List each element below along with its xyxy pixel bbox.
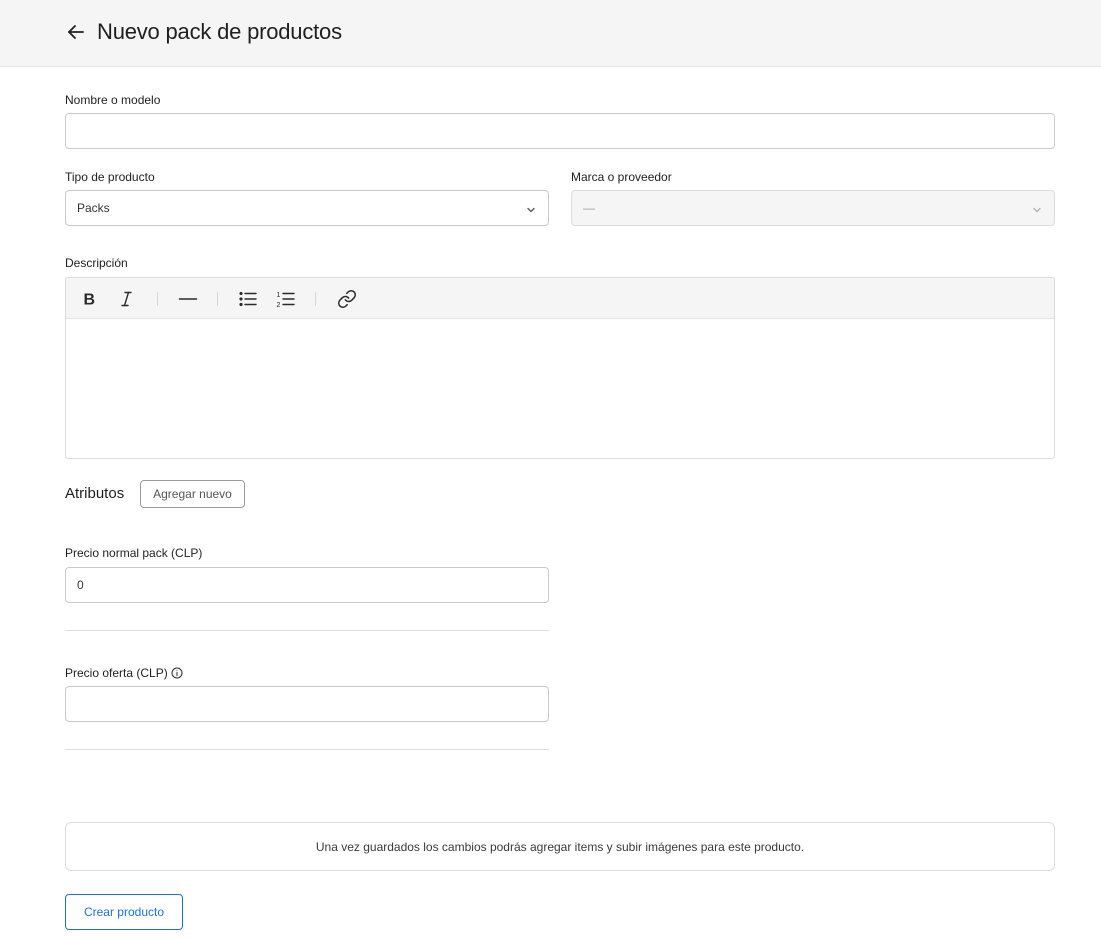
toolbar-separator [157, 292, 158, 306]
ordered-list-icon[interactable]: 12 [276, 289, 296, 309]
toolbar-separator [217, 292, 218, 306]
svg-text:B: B [84, 292, 96, 309]
bold-icon[interactable]: B [80, 289, 100, 309]
toolbar-separator [315, 292, 316, 306]
normal-price-input[interactable] [65, 567, 549, 603]
chevron-down-icon [526, 204, 536, 214]
page-header: Nuevo pack de productos [0, 0, 1101, 67]
arrow-left-icon[interactable] [64, 20, 88, 44]
divider [65, 630, 549, 631]
info-icon[interactable] [171, 666, 183, 679]
brand-value: — [583, 201, 595, 215]
chevron-down-icon [1032, 204, 1042, 214]
attributes-title: Atributos [65, 485, 125, 502]
save-notice: Una vez guardados los cambios podrás agr… [65, 822, 1055, 871]
link-icon[interactable] [337, 289, 357, 309]
divider [65, 749, 549, 750]
offer-price-label: Precio oferta (CLP) [65, 666, 168, 680]
name-label: Nombre o modelo [65, 93, 161, 107]
save-notice-text: Una vez guardados los cambios podrás agr… [315, 839, 805, 854]
add-attribute-button[interactable]: Agregar nuevo [140, 480, 245, 508]
svg-text:1: 1 [277, 292, 281, 299]
page-title: Nuevo pack de productos [97, 19, 342, 44]
horizontal-rule-icon[interactable] [178, 289, 198, 309]
offer-price-input[interactable] [65, 686, 549, 722]
product-type-select[interactable]: Packs [65, 190, 549, 226]
brand-label: Marca o proveedor [571, 170, 672, 184]
italic-icon[interactable] [117, 289, 137, 309]
brand-select: — [571, 190, 1055, 226]
description-label: Descripción [65, 256, 128, 270]
create-product-button[interactable]: Crear producto [65, 894, 183, 930]
svg-text:2: 2 [277, 302, 281, 309]
name-input[interactable] [65, 113, 1055, 149]
description-editor[interactable]: B 12 [65, 277, 1055, 459]
bullet-list-icon[interactable] [238, 289, 258, 309]
editor-toolbar: B 12 [66, 278, 1054, 319]
product-type-value: Packs [77, 201, 110, 215]
normal-price-label: Precio normal pack (CLP) [65, 546, 203, 560]
product-type-label: Tipo de producto [65, 170, 155, 184]
